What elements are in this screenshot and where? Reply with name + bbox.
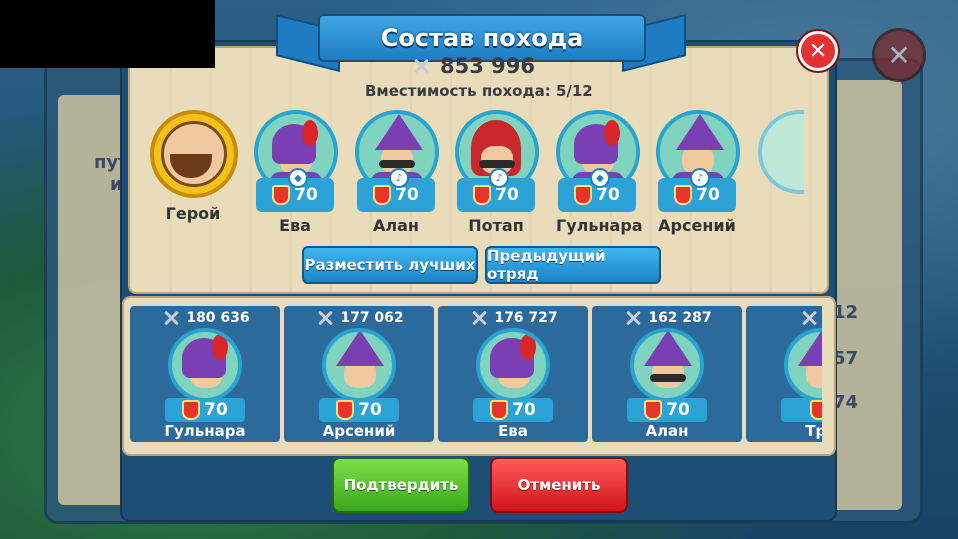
unit-power: 162 287 (648, 310, 712, 326)
hero-portrait (150, 110, 238, 198)
unit-level: 70 (473, 398, 553, 422)
unit-name: Арсений (658, 216, 736, 235)
crossed-swords-icon (410, 59, 432, 73)
shield-icon: ◆ (590, 168, 610, 188)
hero-face-icon (161, 121, 227, 187)
unit-level: ♪ 70 (357, 168, 435, 212)
unit-name: Ева (279, 216, 311, 235)
gem-icon (644, 400, 663, 420)
unit-level: 70 (627, 398, 707, 422)
confirm-button[interactable]: Подтвердить (332, 457, 470, 513)
gem-icon (182, 400, 201, 420)
gem-icon (272, 185, 291, 205)
wizard-hat-icon (784, 328, 822, 402)
gem-icon (574, 185, 593, 205)
unit-level: ◆ 70 (256, 168, 334, 212)
place-best-button[interactable]: Разместить лучших (302, 246, 478, 284)
unit-name: Гульнара (164, 422, 246, 440)
note-icon: ♪ (690, 168, 710, 188)
gem-icon (473, 185, 492, 205)
selected-unit[interactable]: ♪ 70 Алан (355, 110, 439, 235)
background-close-icon: ✕ (872, 28, 926, 82)
hero-slot[interactable]: Герой (150, 110, 238, 223)
knight-helmet-icon (168, 328, 242, 402)
unit-name: Алан (645, 422, 689, 440)
selected-unit[interactable]: ♪ 70 Потап (455, 110, 539, 235)
close-button[interactable]: ✕ (798, 31, 838, 71)
gem-icon (490, 400, 509, 420)
unit-level: ♪ 70 (658, 168, 736, 212)
unit-name: Ева (498, 422, 528, 440)
available-unit-card[interactable]: 176 727 70 Ева (438, 306, 588, 442)
empty-slot[interactable] (758, 110, 804, 194)
unit-name: Гульнара (556, 216, 643, 235)
knight-helmet-icon (476, 328, 550, 402)
unit-name: Арсений (322, 422, 396, 440)
unit-level-value: 70 (495, 185, 519, 205)
selected-unit[interactable]: ◆ 70 Ева (254, 110, 338, 235)
wizard-hat-icon (630, 328, 704, 402)
crossed-swords-icon (160, 311, 182, 325)
unit-power: 176 727 (494, 310, 558, 326)
unit-level-value: 70 (666, 400, 690, 420)
cancel-button[interactable]: Отменить (490, 457, 628, 513)
wizard-hat-icon (322, 328, 396, 402)
available-unit-card[interactable]: 177 062 70 Арсений (284, 306, 434, 442)
crossed-swords-icon (622, 311, 644, 325)
squad-power-value: 853 996 (440, 54, 535, 78)
unit-level-value: 70 (596, 185, 620, 205)
gem-icon (373, 185, 392, 205)
dialog-title: Состав похода (380, 24, 584, 52)
unit-level-value: 70 (204, 400, 228, 420)
capacity-value: 5/12 (555, 82, 593, 100)
unit-name: Потап (468, 216, 524, 235)
unit-level-value: 70 (294, 185, 318, 205)
available-unit-card[interactable]: 162 287 70 Алан (592, 306, 742, 442)
note-icon: ♪ (489, 168, 509, 188)
available-unit-card[interactable]: 180 636 70 Гульнара (130, 306, 280, 442)
selected-unit[interactable]: ♪ 70 Арсений (656, 110, 740, 235)
background-right-panel (830, 80, 902, 510)
crossed-swords-icon (798, 311, 820, 325)
unit-name: Три (805, 422, 822, 440)
gem-icon (336, 400, 355, 420)
squad-power: 853 996 (410, 54, 535, 78)
unit-level: ♪ 70 (457, 168, 535, 212)
close-icon: ✕ (808, 38, 828, 64)
unit-power: 177 062 (340, 310, 404, 326)
note-icon: ♪ (389, 168, 409, 188)
available-unit-card-partial[interactable]: 15 Три (746, 306, 822, 442)
capacity-label: Вместимость похода: (365, 82, 551, 100)
unit-power: 180 636 (186, 310, 250, 326)
unit-level: 70 (165, 398, 245, 422)
unit-level-value: 70 (696, 185, 720, 205)
previous-squad-button[interactable]: Предыдущий отряд (485, 246, 661, 284)
unit-level: 70 (319, 398, 399, 422)
unit-name: Алан (373, 216, 419, 235)
empty-slot-icon (758, 110, 804, 194)
crossed-swords-icon (314, 311, 336, 325)
unit-level: ◆ 70 (558, 168, 636, 212)
redacted-area (0, 0, 215, 68)
unit-level (781, 398, 822, 422)
gem-icon (674, 185, 693, 205)
hero-label: Герой (165, 204, 221, 223)
gem-icon (810, 400, 822, 420)
crossed-swords-icon (468, 311, 490, 325)
capacity-line: Вместимость похода: 5/12 (365, 82, 593, 100)
unit-level-value: 70 (358, 400, 382, 420)
selected-unit[interactable]: ◆ 70 Гульнара (556, 110, 643, 235)
unit-level-value: 70 (395, 185, 419, 205)
unit-level-value: 70 (512, 400, 536, 420)
shield-icon: ◆ (288, 168, 308, 188)
